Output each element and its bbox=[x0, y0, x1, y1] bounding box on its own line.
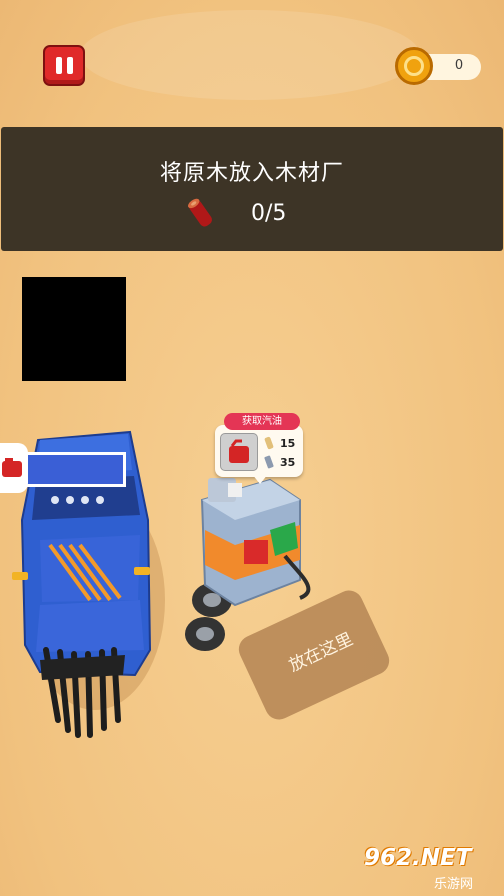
cost-metal: 35 bbox=[262, 455, 295, 469]
fuel-can-icon bbox=[220, 433, 258, 471]
metal-ingot-icon bbox=[264, 455, 274, 469]
cost-wood-amount: 15 bbox=[280, 436, 296, 450]
cost-wood: 15 bbox=[262, 436, 295, 450]
watermark-subtitle: 乐游网 bbox=[434, 877, 474, 892]
watermark-logo: 962.NET bbox=[364, 845, 472, 871]
cost-metal-amount: 35 bbox=[280, 455, 296, 469]
watermark: 962.NET 乐游网 bbox=[364, 845, 502, 893]
bubble-tail bbox=[252, 474, 268, 484]
fuel-pump bbox=[200, 478, 311, 607]
car-fuel-bar bbox=[22, 452, 126, 487]
wood-plank-icon bbox=[264, 436, 274, 450]
fuel-can-icon bbox=[0, 443, 28, 493]
bubble-header: 获取汽油 bbox=[224, 413, 300, 430]
